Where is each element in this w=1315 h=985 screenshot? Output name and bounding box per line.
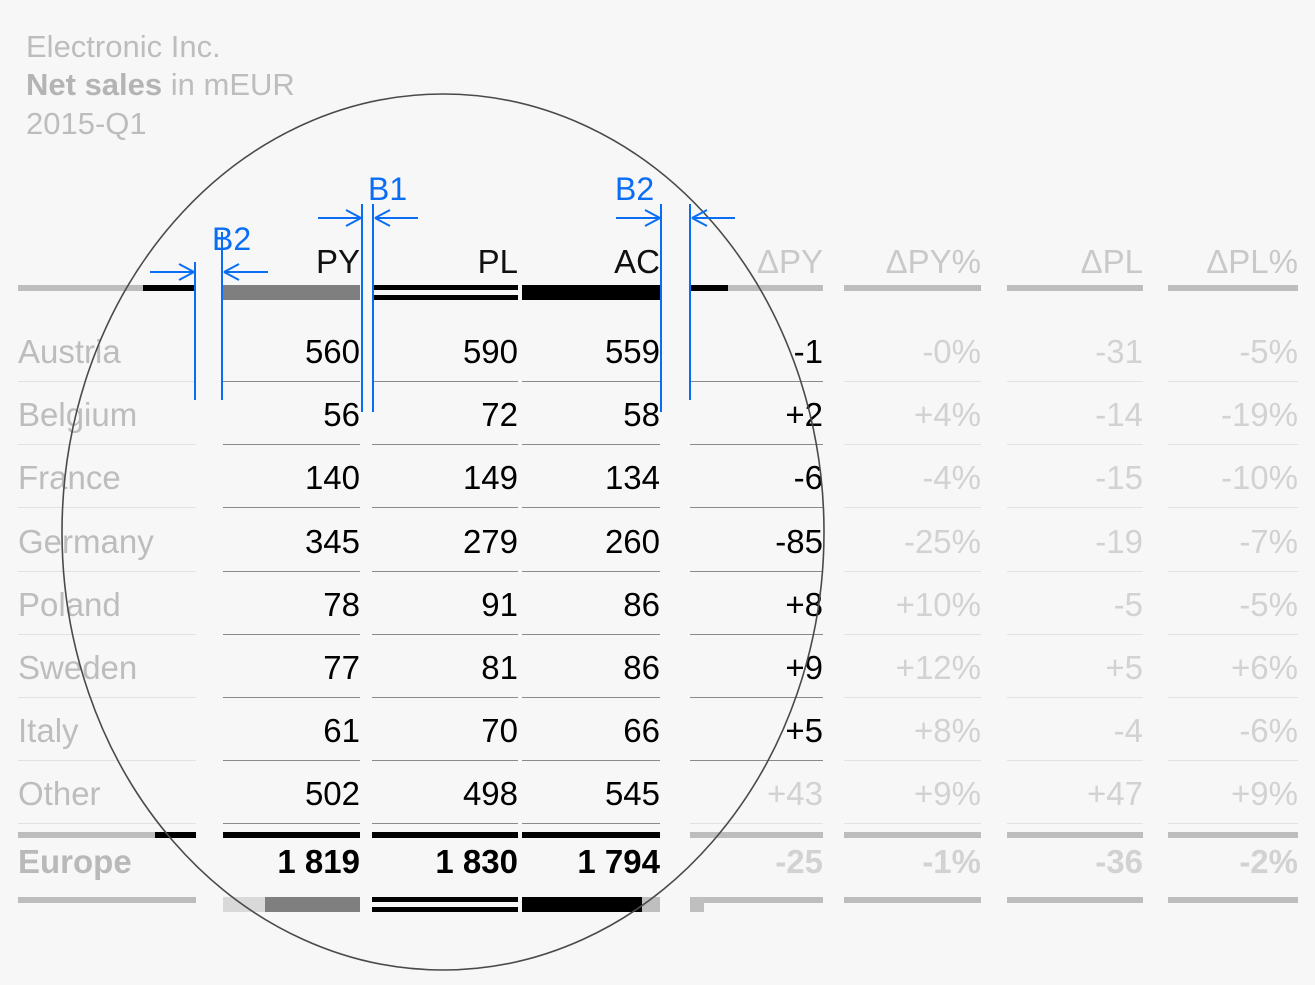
gap-label-b2-right: B2 <box>615 171 655 207</box>
gap-arrow-b1-out <box>374 209 418 227</box>
gap-arrow-b2-right-in <box>616 209 661 227</box>
gap-arrow-b2-left-out <box>223 263 268 281</box>
annotation-arrows <box>150 204 735 412</box>
gap-arrow-b2-right-out <box>691 209 735 227</box>
gap-label-b1: B1 <box>368 171 408 207</box>
gap-label-b2-left: B2 <box>212 221 252 257</box>
screenshot-root: Electronic Inc. Net sales in mEUR 2015-Q… <box>0 0 1315 985</box>
gap-arrow-b2-left-in <box>150 263 195 281</box>
gap-arrow-b1-in <box>318 209 362 227</box>
